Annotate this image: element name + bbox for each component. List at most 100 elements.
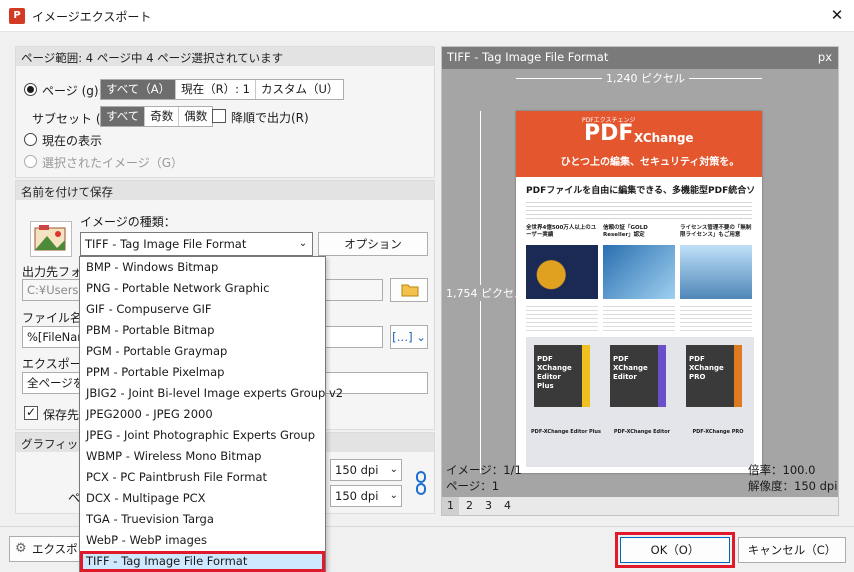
subset-odd-button[interactable]: 奇数	[144, 107, 178, 126]
page-tabs: 1 2 3 4	[442, 497, 838, 515]
width-dimension-label: 1,240 ピクセル	[602, 70, 689, 86]
doc-col1-text	[526, 303, 598, 331]
ok-button[interactable]: OK（O）	[620, 537, 730, 563]
page-range-header: ページ範囲: 4 ページ中 4 ページ選択されています	[16, 47, 434, 66]
selected-images-radio[interactable]	[24, 155, 37, 168]
preview-title: TIFF - Tag Image File Format	[447, 50, 609, 64]
preview-page-info: ページ：1	[446, 479, 500, 493]
doc-image-3	[680, 245, 752, 299]
pages-segment: すべて（A） 現在（R）: 1 カスタム（U）	[100, 79, 345, 100]
folder-icon	[401, 282, 419, 298]
preview-panel: TIFF - Tag Image File Format px 1,240 ピク…	[441, 46, 839, 516]
current-view-label: 現在の表示	[42, 134, 103, 148]
doc-banner: PDFエクスチェンジ PDF XChange ひとつ上の編集、セキュリティ対策を…	[516, 111, 762, 177]
doc-intro-text	[526, 199, 752, 219]
doc-product-1: PDF-XChange Editor Plus	[531, 429, 601, 435]
browse-folder-button[interactable]	[390, 278, 428, 302]
macro-button[interactable]: […] ⌄	[390, 325, 428, 349]
subset-all-button[interactable]: すべて	[101, 107, 145, 126]
page-tab-3[interactable]: 3	[480, 497, 497, 515]
dropdown-item[interactable]: JPEG - Joint Photographic Experts Group	[80, 425, 325, 446]
image-type-icon	[30, 221, 72, 257]
chevron-down-icon: ⌄	[389, 464, 398, 475]
subset-segment: すべて 奇数 偶数	[100, 106, 214, 127]
preview-canvas: 1,240 ピクセル 1,754 ピクセル PDFエクスチェンジ PDF XCh…	[442, 69, 838, 505]
current-view-radio[interactable]	[24, 133, 37, 146]
save-as-header: 名前を付けて保存	[16, 181, 434, 200]
subset-even-button[interactable]: 偶数	[178, 107, 212, 126]
dpi-value-1: 150 dpi	[335, 463, 379, 477]
dropdown-item[interactable]: JBIG2 - Joint Bi-level Image experts Gro…	[80, 383, 343, 404]
dropdown-item-selected[interactable]: TIFF - Tag Image File Format	[80, 551, 325, 572]
options-button[interactable]: オプション	[318, 232, 428, 256]
dropdown-item[interactable]: PCX - PC Paintbrush File Format	[80, 467, 325, 488]
doc-brand-xchange: XChange	[634, 131, 694, 145]
close-icon[interactable]: ✕	[826, 4, 848, 26]
cancel-button[interactable]: キャンセル（C）	[738, 537, 846, 563]
dropdown-item[interactable]: WebP - WebP images	[80, 530, 325, 551]
dropdown-item[interactable]: DCX - Multipage PCX	[80, 488, 325, 509]
link-icon[interactable]	[415, 469, 427, 497]
chevron-down-icon: ⌄	[389, 490, 398, 501]
doc-tagline: ひとつ上の編集、セキュリティ対策を。	[560, 157, 740, 168]
preview-image-info: イメージ：1/1	[446, 463, 522, 477]
page-tab-1[interactable]: 1	[442, 497, 459, 515]
dropdown-item[interactable]: GIF - Compuserve GIF	[80, 299, 325, 320]
pages-custom-button[interactable]: カスタム（U）	[254, 80, 343, 99]
export-settings-label: エクスポ	[32, 542, 78, 556]
dropdown-item[interactable]: BMP - Windows Bitmap	[80, 257, 325, 278]
doc-product-2: PDF-XChange Editor	[613, 429, 671, 435]
doc-product-3: PDF-XChange PRO	[692, 429, 744, 435]
window-title: イメージエクスポート	[32, 10, 152, 24]
doc-image-1	[526, 245, 598, 299]
doc-brand-pdf: PDF	[584, 121, 634, 146]
pages-current-button[interactable]: 現在（R）: 1	[175, 80, 255, 99]
keep-label: 保存先	[43, 408, 80, 422]
doc-image-2	[603, 245, 675, 299]
page-tab-2[interactable]: 2	[461, 497, 478, 515]
gear-icon: ⚙	[15, 541, 27, 556]
preview-zoom-info: 倍率：100.0	[748, 463, 816, 477]
doc-col1-title: 全世界4億500万人以上のユーザー実績	[526, 225, 597, 238]
doc-box-pro: PDF XChange PRO	[686, 345, 742, 407]
dropdown-item[interactable]: PGM - Portable Graymap	[80, 341, 325, 362]
reverse-checkbox[interactable]	[212, 109, 226, 123]
page-range-section: ページ範囲: 4 ページ中 4 ページ選択されています ページ (g): すべて…	[15, 46, 435, 178]
dropdown-item[interactable]: PBM - Portable Bitmap	[80, 320, 325, 341]
pages-all-button[interactable]: すべて（A）	[101, 80, 176, 99]
doc-col3-text	[680, 303, 752, 331]
page-tab-4[interactable]: 4	[499, 497, 516, 515]
dropdown-item[interactable]: WBMP - Wireless Mono Bitmap	[80, 446, 325, 467]
selected-images-label: 選択されたイメージ（G）	[42, 156, 184, 170]
image-type-value: TIFF - Tag Image File Format	[85, 237, 247, 251]
keep-checkbox[interactable]	[24, 405, 38, 420]
dropdown-item[interactable]: PNG - Portable Network Graphic	[80, 278, 325, 299]
image-type-label: イメージの種類：	[80, 215, 176, 229]
macro-icon: […]	[392, 330, 413, 344]
reverse-label: 降順で出力(R)	[231, 111, 309, 125]
chevron-down-icon: ⌄	[412, 330, 426, 344]
dropdown-item[interactable]: JPEG2000 - JPEG 2000	[80, 404, 325, 425]
dropdown-item[interactable]: TGA - Truevision Targa	[80, 509, 325, 530]
pages-radio[interactable]	[24, 83, 37, 96]
dpi-select-2[interactable]: 150 dpi ⌄	[330, 485, 402, 507]
dpi-value-2: 150 dpi	[335, 489, 379, 503]
doc-products-area: PDF XChange Editor Plus PDF XChange Edit…	[526, 337, 754, 467]
doc-col2-text	[603, 303, 675, 331]
chevron-down-icon: ⌄	[298, 238, 308, 249]
document-preview: PDFエクスチェンジ PDF XChange ひとつ上の編集、セキュリティ対策を…	[516, 111, 762, 473]
dropdown-item[interactable]: PPM - Portable Pixelmap	[80, 362, 325, 383]
image-type-select[interactable]: TIFF - Tag Image File Format ⌄	[80, 232, 313, 256]
preview-resolution-info: 解像度：150 dpi	[748, 479, 838, 493]
title-bar: P イメージエクスポート ✕	[0, 0, 854, 32]
doc-box-editor-plus: PDF XChange Editor Plus	[534, 345, 590, 407]
pages-label: ページ (g):	[42, 84, 103, 98]
app-icon: P	[9, 8, 25, 24]
image-type-dropdown: BMP - Windows Bitmap PNG - Portable Netw…	[79, 256, 343, 572]
height-dimension-label: 1,754 ピクセル	[446, 285, 525, 301]
dpi-select-1[interactable]: 150 dpi ⌄	[330, 459, 402, 481]
doc-col2-title: 信頼の証「GOLD Reseller」認定	[603, 225, 648, 238]
preview-unit: px	[817, 50, 832, 64]
doc-box-editor: PDF XChange Editor	[610, 345, 666, 407]
doc-col3-title: ライセンス管理不要の「無制限ライセンス」もご用意	[680, 225, 752, 238]
